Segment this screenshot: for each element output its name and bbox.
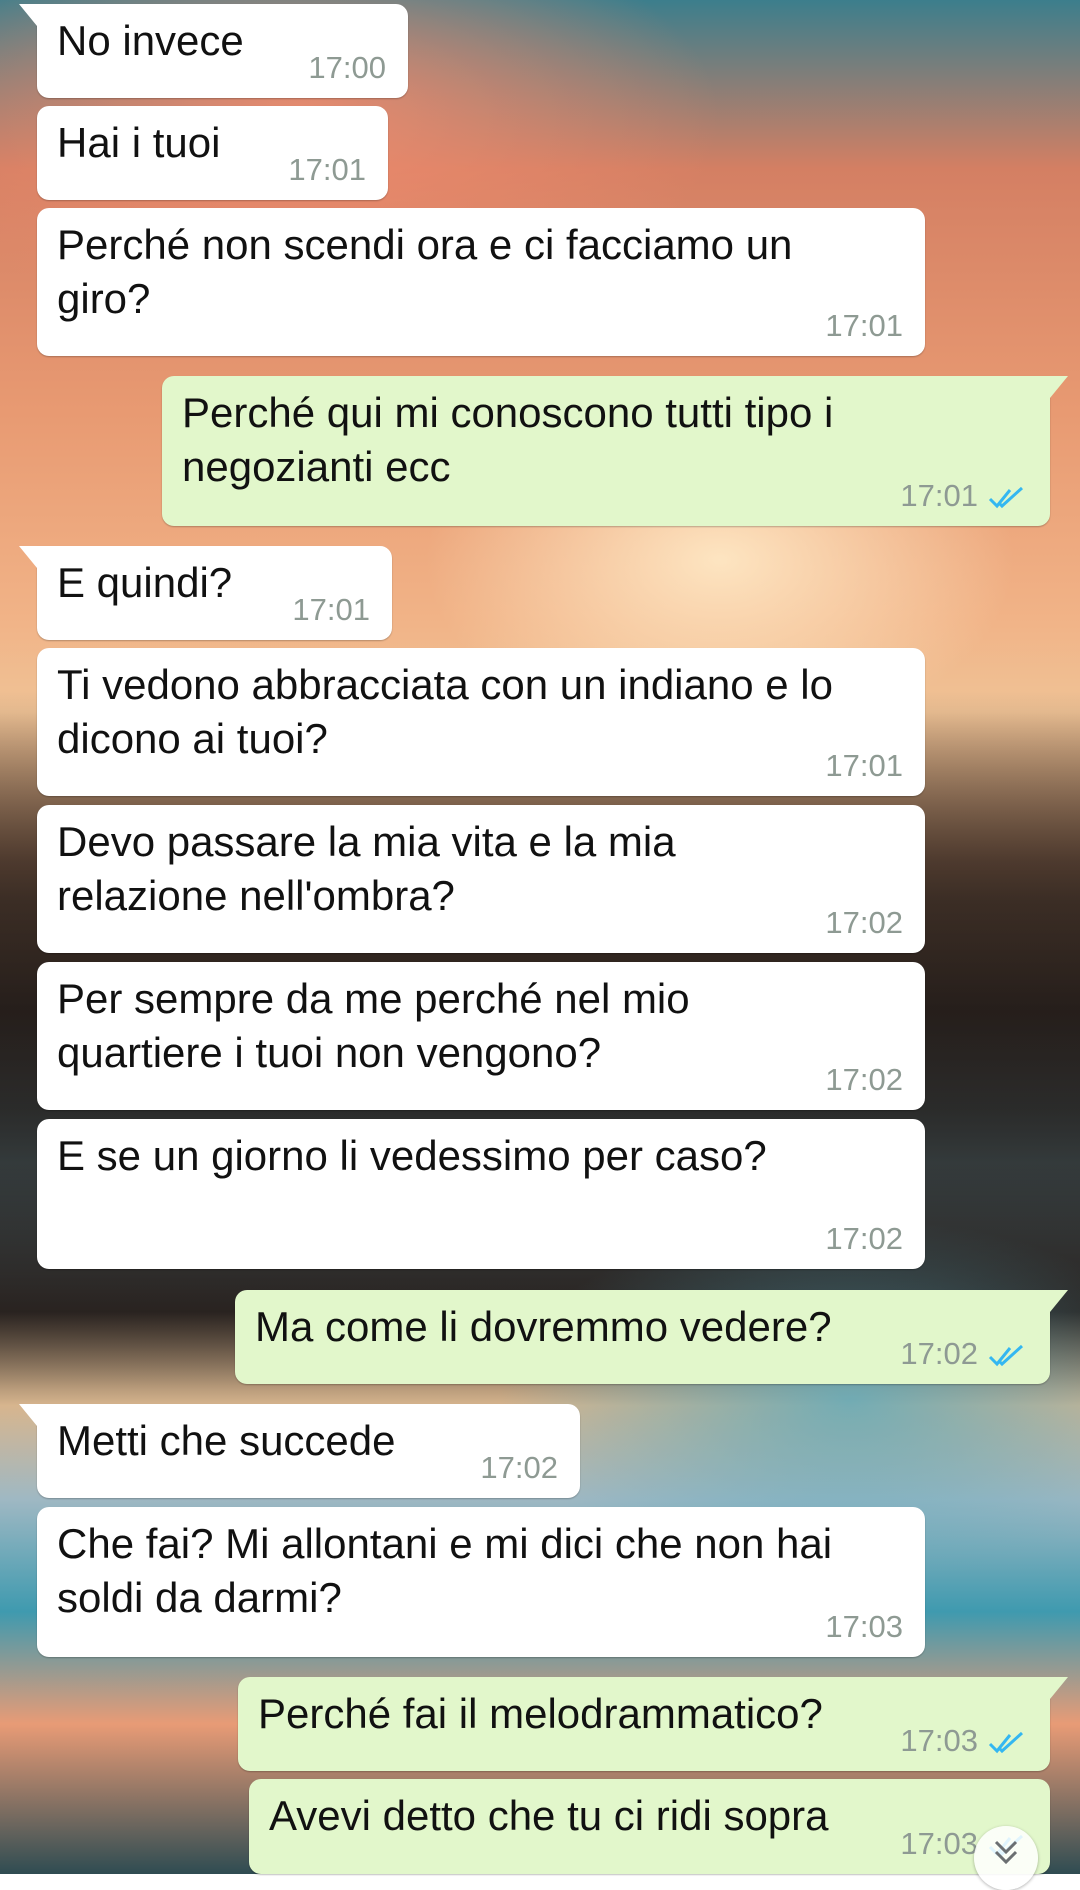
message-meta: 17:01 [900,478,1026,514]
outgoing-message[interactable]: Avevi detto che tu ci ridi sopra 17:03 [249,1779,1050,1874]
double-check-read-icon [988,1731,1024,1754]
message-time: 17:01 [825,308,903,343]
message-text: Metti che succede [57,1417,396,1464]
message-time: 17:02 [825,1221,903,1256]
outgoing-message[interactable]: Perché fai il melodrammatico? 17:03 [238,1677,1068,1771]
double-check-read-icon [988,486,1024,509]
double-check-read-icon [988,1344,1024,1367]
message-text-line: Perché non scendi ora e ci facciamo un [57,221,793,268]
message-text-line: giro? [57,275,151,322]
message-text: Hai i tuoi [57,119,221,166]
message-text: Ma come li dovremmo vedere? [255,1303,832,1350]
outgoing-message[interactable]: Perché qui mi conoscono tutti tipo i neg… [162,376,1068,526]
message-text-line: negozianti ecc [182,443,451,490]
message-text: No invece [57,17,244,64]
double-chevron-down-icon [994,1840,1018,1865]
message-meta: 17:03 [900,1723,1026,1759]
incoming-message[interactable]: Che fai? Mi allontani e mi dici che non … [37,1507,925,1657]
message-time: 17:02 [900,1336,978,1371]
incoming-message[interactable]: Metti che succede 17:02 [19,1404,580,1498]
message-text-line: Ti vedono abbracciata con un indiano e l… [57,661,833,708]
incoming-message[interactable]: E quindi? 17:01 [19,546,392,640]
message-time: 17:03 [900,1723,978,1758]
message-text-line: relazione nell'ombra? [57,872,455,919]
incoming-message[interactable]: Devo passare la mia vita e la mia relazi… [37,805,925,953]
message-time: 17:01 [825,748,903,783]
scroll-to-bottom-button[interactable] [974,1826,1038,1890]
message-text: Avevi detto che tu ci ridi sopra [269,1792,829,1839]
incoming-message[interactable]: Per sempre da me perché nel mio quartier… [37,962,925,1110]
incoming-message[interactable]: Ti vedono abbracciata con un indiano e l… [37,648,925,796]
message-time: 17:01 [900,478,978,513]
incoming-message[interactable]: Perché non scendi ora e ci facciamo un g… [37,208,925,356]
message-meta: 17:02 [900,1336,1026,1372]
message-list[interactable]: No invece 17:00 Hai i tuoi 17:01 Perché … [0,0,1080,1874]
message-text-line: soldi da darmi? [57,1574,342,1621]
incoming-message[interactable]: Hai i tuoi 17:01 [37,106,388,200]
message-text: E se un giorno li vedessimo per caso? [57,1132,767,1179]
message-text: E quindi? [57,559,233,606]
message-text-line: Perché qui mi conoscono tutti tipo i [182,389,834,436]
incoming-message[interactable]: E se un giorno li vedessimo per caso? 17… [37,1119,925,1269]
message-time: 17:03 [825,1609,903,1644]
message-text-line: quartiere i tuoi non vengono? [57,1029,602,1076]
message-text: Perché fai il melodrammatico? [258,1690,823,1737]
outgoing-message[interactable]: Ma come li dovremmo vedere? 17:02 [235,1290,1068,1384]
incoming-message[interactable]: No invece 17:00 [19,4,408,98]
message-text-line: Per sempre da me perché nel mio [57,975,690,1022]
message-time: 17:02 [825,1062,903,1097]
message-time: 17:02 [480,1450,558,1485]
message-text-line: Che fai? Mi allontani e mi dici che non … [57,1520,833,1567]
message-text-line: Devo passare la mia vita e la mia [57,818,676,865]
message-text-line: dicono ai tuoi? [57,715,328,762]
message-time: 17:03 [900,1826,978,1861]
message-time: 17:00 [308,50,386,85]
message-time: 17:01 [292,592,370,627]
message-time: 17:02 [825,905,903,940]
message-time: 17:01 [288,152,366,187]
